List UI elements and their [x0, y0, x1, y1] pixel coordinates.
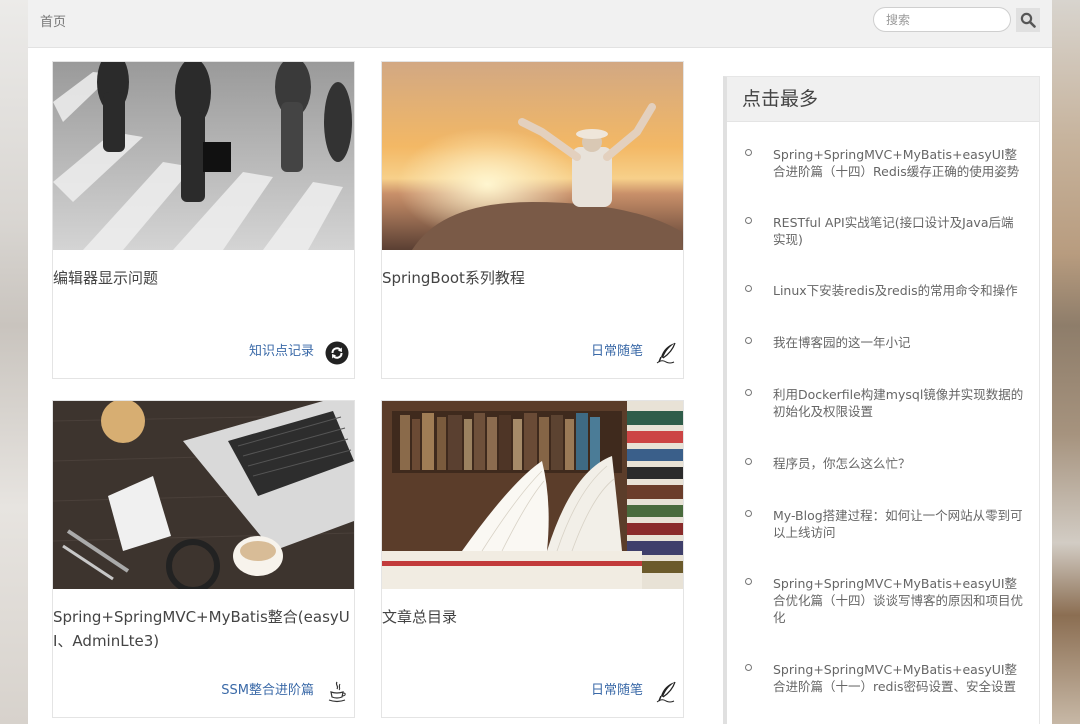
top-navbar: 首页 [28, 0, 1052, 48]
article-category-link[interactable]: SSM整合进阶篇 [221, 679, 314, 698]
article-thumbnail[interactable] [382, 401, 683, 589]
bullet-icon [745, 149, 752, 156]
article-link[interactable]: 程序员，你怎么这么忙？ [773, 455, 1025, 472]
background-photo-left [0, 0, 28, 724]
article-thumbnail[interactable] [53, 62, 354, 250]
bullet-icon [745, 337, 752, 344]
quill-pen-icon [656, 342, 676, 364]
article-title[interactable]: Spring+SpringMVC+MyBatis整合(easyUI、AdminL… [53, 605, 354, 653]
article-link[interactable]: Linux下安装redis及redis的常用命令和操作 [773, 282, 1025, 299]
article-card[interactable]: SpringBoot系列教程 日常随笔 [381, 61, 684, 379]
article-link[interactable]: My-Blog搭建过程：如何让一个网站从零到可以上线访问 [773, 507, 1025, 541]
article-link[interactable]: RESTful API实战笔记(接口设计及Java后端实现) [773, 214, 1025, 248]
most-clicked-sidebar: 点击最多 Spring+SpringMVC+MyBatis+easyUI整合进阶… [723, 76, 1040, 724]
article-link[interactable]: 利用Dockerfile构建mysql镜像并实现数据的初始化及权限设置 [773, 386, 1025, 420]
bullet-icon [745, 285, 752, 292]
background-photo-right [1052, 0, 1080, 724]
nav-home-link[interactable]: 首页 [40, 11, 66, 30]
article-link[interactable]: Spring+SpringMVC+MyBatis+easyUI整合进阶篇（十一）… [773, 661, 1025, 695]
page-container: 首页 搜索 编辑器显示问题 知识点记录 SpringBoot系列教程 日常随笔 … [28, 0, 1052, 724]
article-title[interactable]: SpringBoot系列教程 [382, 266, 683, 290]
article-card[interactable]: 文章总目录 日常随笔 [381, 400, 684, 718]
article-card[interactable]: 编辑器显示问题 知识点记录 [52, 61, 355, 379]
sidebar-title: 点击最多 [727, 77, 1039, 122]
article-link[interactable]: Spring+SpringMVC+MyBatis+easyUI整合进阶篇（十四）… [773, 146, 1025, 180]
bullet-icon [745, 389, 752, 396]
article-category-link[interactable]: 日常随笔 [591, 679, 643, 698]
article-link[interactable]: 我在博客园的这一年小记 [773, 334, 1025, 351]
bullet-icon [745, 664, 752, 671]
bullet-icon [745, 458, 752, 465]
article-thumbnail[interactable] [53, 401, 354, 589]
search-button[interactable] [1016, 8, 1040, 32]
article-category-link[interactable]: 日常随笔 [591, 340, 643, 359]
java-coffee-icon [328, 681, 346, 703]
article-card[interactable]: Spring+SpringMVC+MyBatis整合(easyUI、AdminL… [52, 400, 355, 718]
article-category-link[interactable]: 知识点记录 [249, 340, 314, 359]
refresh-circle-icon [325, 341, 349, 365]
article-link[interactable]: Spring+SpringMVC+MyBatis+easyUI整合优化篇（十四）… [773, 575, 1025, 626]
quill-pen-icon [656, 681, 676, 703]
bullet-icon [745, 578, 752, 585]
article-title[interactable]: 编辑器显示问题 [53, 266, 354, 290]
search-input[interactable] [873, 7, 1011, 32]
search-icon [1020, 12, 1036, 28]
article-thumbnail[interactable] [382, 62, 683, 250]
bullet-icon [745, 510, 752, 517]
bullet-icon [745, 217, 752, 224]
article-title[interactable]: 文章总目录 [382, 605, 683, 629]
